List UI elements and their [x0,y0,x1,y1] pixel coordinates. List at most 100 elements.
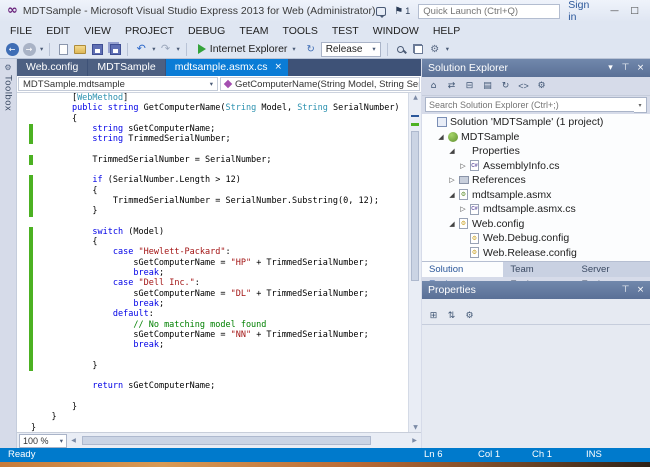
code-line[interactable]: break; [31,268,408,278]
navigate-forward-icon[interactable]: → [22,41,36,57]
document-tab[interactable]: mdtsample.asmx.cs× [166,59,288,76]
solution-search-input[interactable] [425,97,634,112]
code-line[interactable]: case "Hewlett-Packard": [31,247,408,257]
pin-icon[interactable]: ⊤ [618,285,633,295]
code-line[interactable]: break; [31,340,408,350]
toolbox-tab[interactable]: Toolbox [3,75,14,111]
navigate-backward-icon[interactable]: ← [5,41,19,57]
code-line[interactable]: } [31,423,408,433]
scrollbar-thumb[interactable] [82,436,371,445]
menu-file[interactable]: FILE [3,22,39,40]
tree-item-mdtsample-asmx-cs[interactable]: ▷mdtsample.asmx.cs [422,202,650,217]
collapse-all-icon[interactable]: ⊟ [462,79,477,94]
scroll-right-icon[interactable]: ▶ [408,437,421,444]
navigate-dropdown-icon[interactable]: ▾ [40,45,43,53]
show-all-files-icon[interactable]: ▤ [480,79,495,94]
sign-in-link[interactable]: Sign in [568,0,596,23]
new-file-icon[interactable] [56,41,70,57]
code-line[interactable]: [WebMethod] [31,93,408,103]
menu-view[interactable]: VIEW [77,22,118,40]
code-line[interactable]: default: [31,309,408,319]
tree-item-properties[interactable]: ◢Properties [422,144,650,159]
tree-item-references[interactable]: ▷References [422,173,650,188]
code-line[interactable]: string sGetComputerName; [31,124,408,134]
scroll-left-icon[interactable]: ◀ [67,437,80,444]
member-dropdown[interactable]: GetComputerName(String Model, String Ser… [220,77,420,91]
code-line[interactable]: { [31,186,408,196]
code-line[interactable]: // No matching model found [31,320,408,330]
tab-close-icon[interactable]: × [274,59,282,76]
close-button[interactable]: × [645,1,650,21]
maximize-button[interactable]: □ [625,1,645,21]
code-line[interactable]: TrimmedSerialNumber = SerialNumber; [31,155,408,165]
panel-tab-team-explorer[interactable]: Team Explorer [503,262,574,277]
minimize-button[interactable]: — [605,1,625,21]
editor-vertical-scrollbar[interactable]: ▲ ▼ [408,93,421,432]
code-line[interactable]: } [31,206,408,216]
switch-views-icon[interactable]: ⇄ [444,79,459,94]
refresh-icon[interactable]: ↻ [304,41,318,57]
undo-icon[interactable]: ↶ [134,41,148,57]
home-icon[interactable]: ⌂ [426,79,441,94]
code-line[interactable]: case "Dell Inc.": [31,278,408,288]
menu-help[interactable]: HELP [426,22,467,40]
window-position-icon[interactable]: ▾ [603,63,618,73]
code-line[interactable] [31,165,408,175]
document-tab[interactable]: Web.config [17,59,87,76]
tree-item-mdtsample-asmx[interactable]: ◢mdtsample.asmx [422,188,650,203]
undo-dropdown-icon[interactable]: ▾ [152,45,155,53]
tree-item-assemblyinfo-cs[interactable]: ▷AssemblyInfo.cs [422,159,650,174]
code-line[interactable]: } [31,402,408,412]
menu-test[interactable]: TEST [325,22,366,40]
code-line[interactable]: sGetComputerName = "DL" + TrimmedSerialN… [31,289,408,299]
zoom-combo[interactable]: 100 % ▾ [19,434,67,448]
browser-dropdown-icon[interactable]: ▾ [292,45,295,53]
scroll-up-icon[interactable]: ▲ [409,94,421,101]
panel-tab-solution-explorer[interactable]: Solution Explorer [422,262,503,277]
menu-edit[interactable]: EDIT [39,22,77,40]
scrollbar-thumb[interactable] [411,131,419,281]
code-editor[interactable]: [WebMethod] public string GetComputerNam… [17,93,421,432]
panel-tab-server-explorer[interactable]: Server Explorer [575,262,650,277]
properties-window-icon[interactable]: ⚙ [428,41,442,57]
type-dropdown[interactable]: MDTSample.mdtsample ▾ [18,77,218,91]
code-line[interactable]: sGetComputerName = "HP" + TrimmedSerialN… [31,258,408,268]
solution-configuration-combo[interactable]: Release ▾ [321,42,381,57]
start-debugging-button[interactable]: Internet Explorer ▾ [193,41,301,58]
notifications-flag[interactable]: ⚑ 1 [394,6,410,17]
alphabetical-icon[interactable]: ⇅ [444,308,459,323]
search-options-icon[interactable]: ▾ [634,97,647,113]
code-line[interactable]: break; [31,299,408,309]
editor-horizontal-scrollbar[interactable] [80,433,408,448]
tree-expander-icon[interactable]: ◢ [447,147,457,155]
menu-debug[interactable]: DEBUG [181,22,232,40]
find-icon[interactable] [394,41,408,57]
code-line[interactable]: sGetComputerName = "NN" + TrimmedSerialN… [31,330,408,340]
view-code-icon[interactable]: <> [516,79,531,94]
solution-explorer-toolbar-icon[interactable] [411,41,425,57]
code-line[interactable] [31,371,408,381]
code-line[interactable]: } [31,361,408,371]
properties-icon[interactable]: ⚙ [534,79,549,94]
code-line[interactable]: { [31,114,408,124]
tree-item-web-debug-config[interactable]: Web.Debug.config [422,231,650,246]
code-line[interactable] [31,217,408,227]
save-icon[interactable] [90,41,104,57]
code-line[interactable] [31,392,408,402]
property-pages-icon[interactable]: ⚙ [462,308,477,323]
code-line[interactable] [31,144,408,154]
tree-expander-icon[interactable]: ▷ [447,176,457,184]
refresh-icon[interactable]: ↻ [498,79,513,94]
menu-project[interactable]: PROJECT [118,22,181,40]
tree-expander-icon[interactable]: ▷ [458,205,468,213]
feedback-icon[interactable] [376,7,387,16]
tree-expander-icon[interactable]: ◢ [447,191,457,199]
code-line[interactable]: { [31,237,408,247]
close-icon[interactable]: × [633,285,648,295]
code-line[interactable]: TrimmedSerialNumber = SerialNumber.Subst… [31,196,408,206]
menu-window[interactable]: WINDOW [366,22,426,40]
code-line[interactable]: public string GetComputerName(String Mod… [31,103,408,113]
pin-icon[interactable]: ⊤ [618,63,633,73]
categorized-icon[interactable]: ⊞ [426,308,441,323]
tree-expander-icon[interactable]: ◢ [436,133,446,141]
